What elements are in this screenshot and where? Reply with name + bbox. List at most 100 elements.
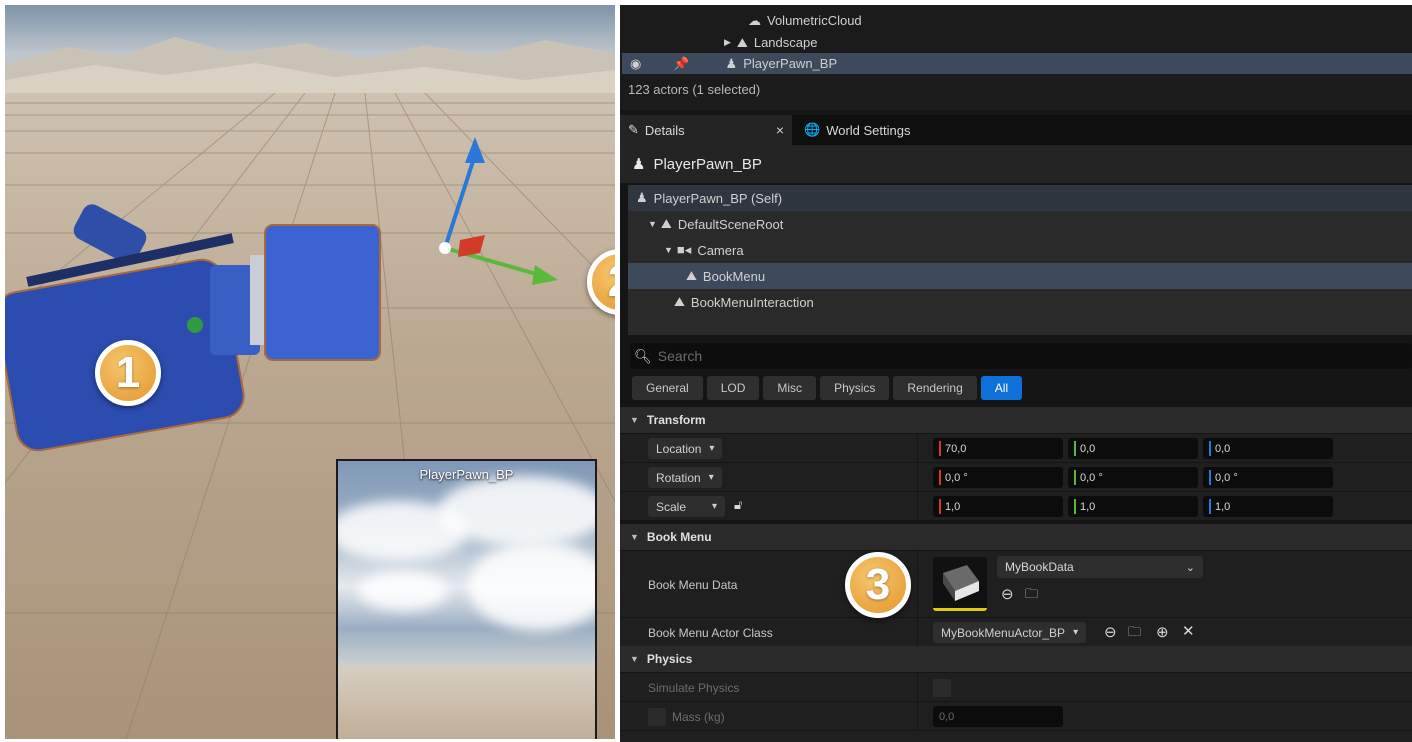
cloud-icon: ☁ xyxy=(748,13,761,28)
outliner-item-selected[interactable]: ◉ 📌 ♟ PlayerPawn_BP xyxy=(622,53,1412,74)
component-row[interactable]: ♟ PlayerPawn_BP (Self) xyxy=(628,185,1412,211)
lock-icon[interactable]: 🔓︎ xyxy=(734,497,742,513)
browse-folder-icon[interactable]: 🗀 xyxy=(1128,623,1141,645)
component-label: BookMenu xyxy=(702,268,766,284)
transform-gizmo[interactable] xyxy=(430,135,570,295)
section-physics[interactable]: ▼ Physics xyxy=(620,646,1412,672)
collapse-arrow-icon: ▼ xyxy=(630,654,639,664)
location-dropdown[interactable]: Location ▾ xyxy=(648,438,723,459)
search-icon: 🔍︎ xyxy=(634,347,652,364)
mountains xyxy=(5,37,615,100)
scale-dropdown[interactable]: Scale ▾ xyxy=(648,496,726,517)
divider xyxy=(917,618,918,646)
filter-physics-button[interactable]: Physics xyxy=(820,376,890,400)
location-y-value: 0,0 xyxy=(1080,442,1096,455)
tab-bar: ✎ Details × 🌐 World Settings xyxy=(620,115,1412,145)
simulate-physics-checkbox[interactable] xyxy=(933,679,951,697)
rotation-row: Rotation ▾ 0,0 ° 0,0 ° 0,0 ° xyxy=(620,463,1412,492)
outliner-item-label: VolumetricCloud xyxy=(767,13,862,28)
location-row: Location ▾ 70,0 0,0 0,0 xyxy=(620,434,1412,463)
simulate-physics-label: Simulate Physics xyxy=(648,680,740,695)
dropdown-label: Location xyxy=(656,441,702,456)
book-menu-actor-class-label: Book Menu Actor Class xyxy=(648,625,773,640)
rotation-z-field[interactable]: 0,0 ° xyxy=(1203,467,1333,488)
add-plus-icon[interactable]: ⊕ xyxy=(1156,623,1169,641)
close-icon[interactable]: × xyxy=(776,122,784,138)
component-row[interactable]: ▼ ⛰ DefaultSceneRoot xyxy=(628,211,1412,237)
outliner-item[interactable]: ▶ ⛰ Landscape xyxy=(724,32,817,53)
actor-class-dropdown[interactable]: MyBookMenuActor_BP ▾ xyxy=(933,622,1087,643)
browse-folder-icon[interactable]: 🗀 xyxy=(1025,585,1038,607)
divider xyxy=(917,434,918,462)
location-x-value: 70,0 xyxy=(945,442,967,455)
tab-world-settings[interactable]: 🌐 World Settings xyxy=(796,115,918,145)
camera-mesh[interactable] xyxy=(5,195,405,455)
component-row[interactable]: ⛰ BookMenuInteraction xyxy=(628,289,1412,315)
pawn-icon: ♟ xyxy=(725,56,738,71)
mass-label: Mass (kg) xyxy=(672,709,725,724)
divider xyxy=(917,492,918,520)
component-label: DefaultSceneRoot xyxy=(677,216,784,232)
book-menu-data-row: Book Menu Data MyBookData ⌄ ⊖ 🗀 xyxy=(620,551,1412,618)
scale-x-field[interactable]: 1,0 xyxy=(933,496,1063,517)
level-viewport[interactable]: 1 2 PlayerPawn_BP xyxy=(5,5,615,739)
clear-x-icon[interactable]: ✕ xyxy=(1182,622,1195,640)
dropdown-label: Rotation xyxy=(656,470,701,485)
mass-field[interactable]: 0,0 xyxy=(933,706,1063,727)
filter-lod-button[interactable]: LOD xyxy=(706,376,760,400)
world-outliner: ☁ VolumetricCloud ▶ ⛰ Landscape ◉ 📌 ♟ Pl… xyxy=(620,5,1412,110)
dropdown-value: MyBookMenuActor_BP xyxy=(941,625,1066,640)
search-input[interactable]: Search xyxy=(658,348,702,364)
book-menu-data-dropdown[interactable]: MyBookData ⌄ xyxy=(997,556,1203,578)
rotation-z-value: 0,0 ° xyxy=(1215,471,1238,484)
book-asset-thumbnail[interactable] xyxy=(933,557,987,611)
visibility-eye-icon[interactable]: ◉ xyxy=(630,53,641,74)
section-label: Book Menu xyxy=(646,530,712,544)
filter-general-button[interactable]: General xyxy=(632,376,703,400)
divider xyxy=(917,463,918,491)
component-row-selected[interactable]: ⛰ BookMenu xyxy=(628,263,1412,289)
location-z-field[interactable]: 0,0 xyxy=(1203,438,1333,459)
rotation-y-field[interactable]: 0,0 ° xyxy=(1068,467,1198,488)
book-menu-actor-class-row: Book Menu Actor Class MyBookMenuActor_BP… xyxy=(620,618,1412,647)
simulate-physics-row: Simulate Physics xyxy=(620,673,1412,702)
actor-count: 123 actors (1 selected) xyxy=(628,82,761,97)
scale-x-value: 1,0 xyxy=(945,500,961,513)
mass-override-checkbox[interactable] xyxy=(648,708,666,726)
component-label: PlayerPawn_BP (Self) xyxy=(653,190,783,206)
filter-rendering-button[interactable]: Rendering xyxy=(893,376,977,400)
partial-row xyxy=(620,731,1412,742)
landscape-icon: ⛰ xyxy=(736,35,748,50)
tab-details[interactable]: ✎ Details × xyxy=(620,115,792,145)
filter-buttons: General LOD Misc Physics Rendering All xyxy=(632,376,1023,400)
outliner-item[interactable]: ☁ VolumetricCloud xyxy=(748,10,862,31)
section-label: Transform xyxy=(646,413,706,427)
book-menu-data-label: Book Menu Data xyxy=(648,577,738,592)
location-x-field[interactable]: 70,0 xyxy=(933,438,1063,459)
location-z-value: 0,0 xyxy=(1215,442,1231,455)
divider xyxy=(917,702,918,730)
pin-icon[interactable]: 📌 xyxy=(673,53,689,74)
preview-title: PlayerPawn_BP xyxy=(419,467,514,482)
scene-component-icon: ⛰ xyxy=(660,216,672,231)
rotation-y-value: 0,0 ° xyxy=(1080,471,1103,484)
use-selected-arrow-icon[interactable]: ⊖ xyxy=(1001,585,1014,603)
details-search[interactable]: 🔍︎ Search xyxy=(630,343,1412,369)
details-title: ♟ PlayerPawn_BP xyxy=(620,145,1412,183)
scale-y-field[interactable]: 1,0 xyxy=(1068,496,1198,517)
scale-z-field[interactable]: 1,0 xyxy=(1203,496,1333,517)
scale-row: Scale ▾ 🔓︎ 1,0 1,0 1,0 xyxy=(620,492,1412,521)
component-row[interactable]: ▼ ■◂ Camera xyxy=(628,237,1412,263)
location-y-field[interactable]: 0,0 xyxy=(1068,438,1198,459)
section-book-menu[interactable]: ▼ Book Menu xyxy=(620,524,1412,550)
use-selected-arrow-icon[interactable]: ⊖ xyxy=(1104,623,1117,641)
rotation-x-field[interactable]: 0,0 ° xyxy=(933,467,1063,488)
component-label: BookMenuInteraction xyxy=(690,294,814,310)
filter-misc-button[interactable]: Misc xyxy=(763,376,817,400)
rotation-dropdown[interactable]: Rotation ▾ xyxy=(648,467,722,488)
dropdown-label: Scale xyxy=(656,499,687,514)
chevron-down-icon: ▾ xyxy=(709,443,715,454)
section-transform[interactable]: ▼ Transform xyxy=(620,407,1412,433)
filter-all-button[interactable]: All xyxy=(980,376,1023,400)
rotation-x-value: 0,0 ° xyxy=(945,471,968,484)
